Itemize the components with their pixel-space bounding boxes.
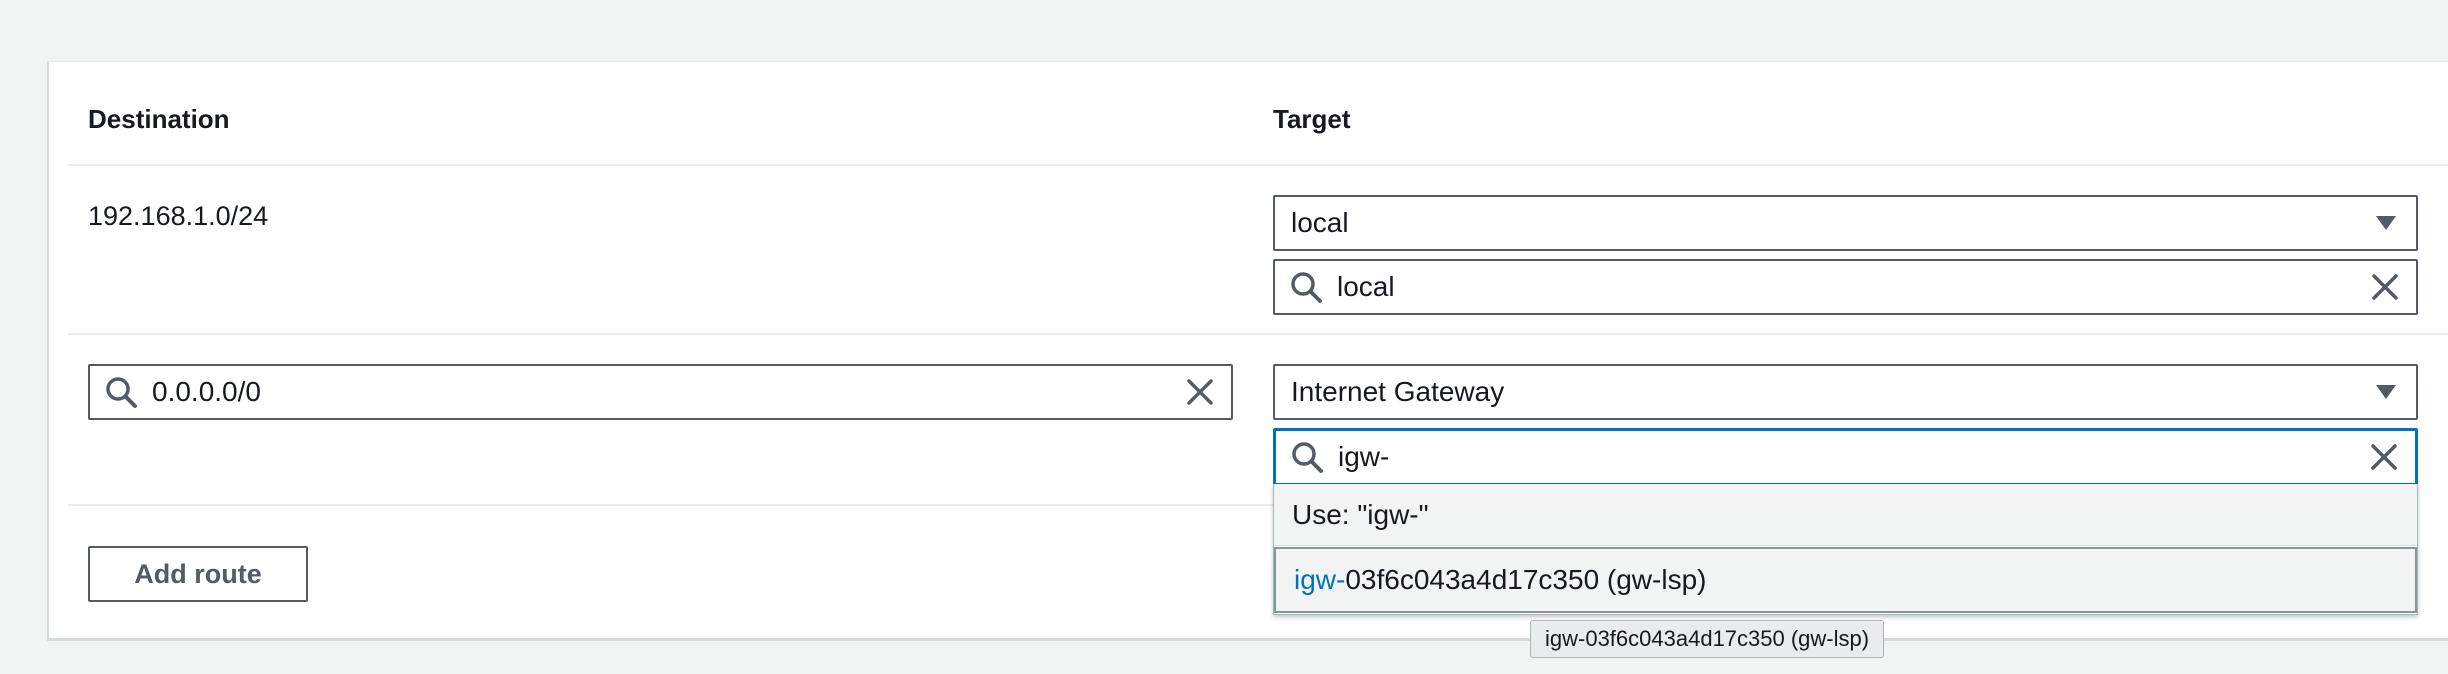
target-search-input[interactable]: igw-: [1273, 428, 2418, 486]
close-icon[interactable]: [1185, 377, 1215, 407]
search-icon: [106, 377, 137, 408]
target-search-value: igw-: [1338, 441, 1390, 472]
option-tooltip: igw-03f6c043a4d17c350 (gw-lsp): [1530, 620, 1885, 658]
destination-search-value: 0.0.0.0/0: [152, 376, 261, 407]
search-icon: [1292, 442, 1323, 473]
column-header-target: Target: [1273, 104, 1351, 134]
close-icon[interactable]: [2370, 272, 2400, 302]
column-header-destination: Destination: [88, 104, 230, 134]
search-icon: [1291, 272, 1322, 303]
dropdown-option-igw[interactable]: igw- 03f6c043a4d17c350 (gw-lsp): [1274, 547, 2417, 613]
target-search-input[interactable]: local: [1273, 259, 2418, 315]
close-icon[interactable]: [2369, 442, 2399, 472]
caret-down-icon: [2376, 385, 2396, 399]
target-type-value: Internet Gateway: [1291, 376, 1505, 407]
target-dropdown-list: Use: "igw-" igw- 03f6c043a4d17c350 (gw-ls…: [1273, 484, 2418, 615]
target-type-select[interactable]: Internet Gateway: [1273, 364, 2418, 420]
divider: [68, 504, 1273, 506]
match-highlight: igw-: [1294, 564, 1346, 595]
destination-search-input[interactable]: 0.0.0.0/0: [88, 364, 1233, 420]
add-route-button[interactable]: Add route: [88, 546, 308, 602]
target-type-select[interactable]: local: [1273, 195, 2418, 251]
target-type-value: local: [1291, 207, 1349, 238]
divider: [68, 164, 2448, 166]
caret-down-icon: [2376, 216, 2396, 230]
option-label-rest: 03f6c043a4d17c350 (gw-lsp): [1345, 564, 1707, 595]
target-search-value: local: [1337, 271, 1395, 302]
dropdown-option-use-value[interactable]: Use: "igw-": [1274, 484, 2417, 546]
divider: [68, 333, 2448, 335]
route-destination-cidr: 192.168.1.0/24: [88, 201, 269, 231]
